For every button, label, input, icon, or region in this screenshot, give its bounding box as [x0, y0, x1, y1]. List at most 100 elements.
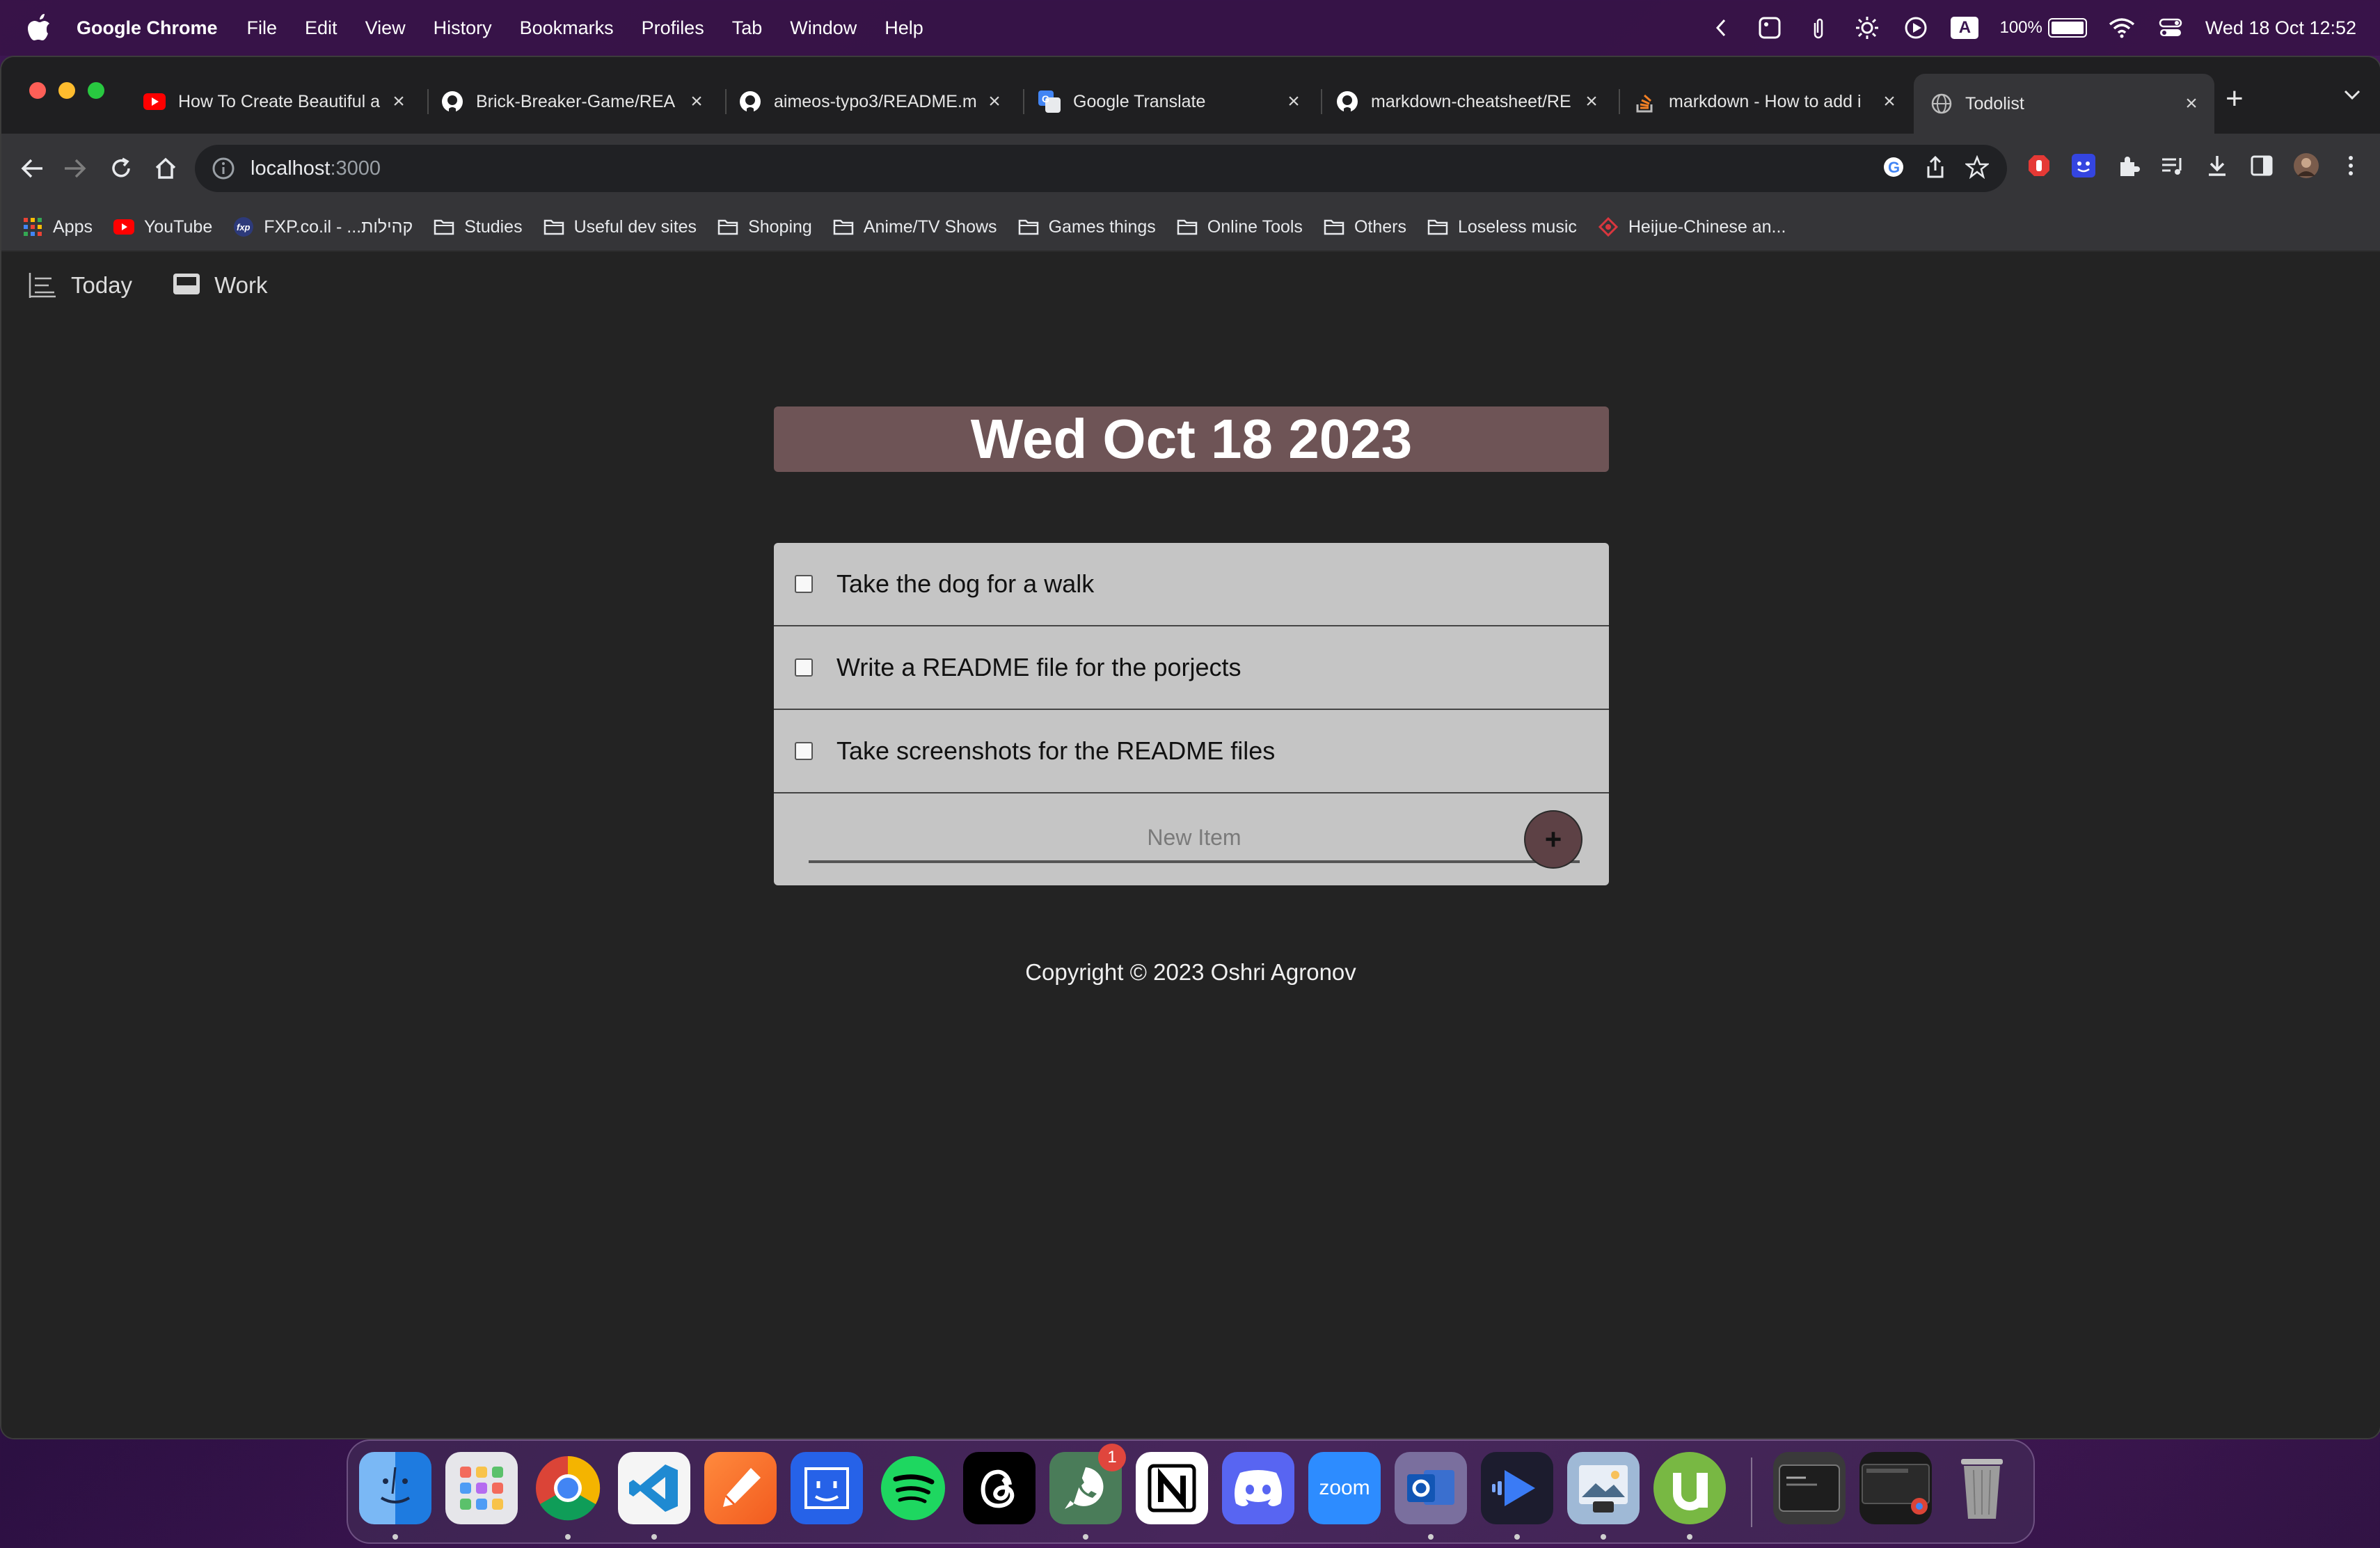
dock-trash-icon[interactable] — [1946, 1452, 2018, 1524]
todo-checkbox[interactable] — [795, 658, 813, 677]
dock-preview-icon[interactable] — [1567, 1452, 1640, 1524]
play-circle-icon[interactable] — [1902, 14, 1930, 42]
nav-today-link[interactable]: Today — [28, 271, 132, 299]
bookmark-folder-anime-tv[interactable]: Anime/TV Shows — [833, 216, 997, 237]
dock-chrome-icon[interactable] — [532, 1452, 604, 1524]
tab-google-translate[interactable]: G Google Translate × — [1038, 77, 1317, 127]
menu-tab[interactable]: Tab — [732, 17, 763, 39]
dock-utorrent-icon[interactable] — [1653, 1452, 1726, 1524]
todo-checkbox[interactable] — [795, 575, 813, 593]
svg-text:G: G — [1042, 93, 1049, 104]
tab-brick-breaker[interactable]: Brick-Breaker-Game/REA × — [441, 77, 720, 127]
dock-spotify-icon[interactable] — [877, 1452, 949, 1524]
menu-view[interactable]: View — [365, 17, 406, 39]
dock-sketch-pen-icon[interactable] — [704, 1452, 777, 1524]
bookmark-heijue[interactable]: Heijue-Chinese an... — [1598, 216, 1786, 237]
tab-aimeos-readme[interactable]: aimeos-typo3/README.m × — [739, 77, 1017, 127]
menu-profiles[interactable]: Profiles — [642, 17, 704, 39]
screenshot-icon[interactable] — [1756, 14, 1784, 42]
todo-checkbox[interactable] — [795, 742, 813, 760]
bookmark-star-icon[interactable] — [1964, 155, 1990, 182]
menu-file[interactable]: File — [247, 17, 278, 39]
tab-close-icon[interactable]: × — [1581, 90, 1602, 113]
tab-markdown-cheatsheet[interactable]: markdown-cheatsheet/RE × — [1336, 77, 1615, 127]
todo-item-text: Write a README file for the porjects — [836, 653, 1241, 681]
share-icon[interactable] — [1925, 155, 1946, 182]
dock-simulator-face-icon[interactable] — [791, 1452, 863, 1524]
paperclip-icon[interactable] — [1804, 14, 1832, 42]
home-icon[interactable] — [150, 153, 181, 184]
google-lens-icon[interactable]: G — [1882, 155, 1905, 182]
bookmark-apps[interactable]: Apps — [22, 216, 93, 237]
tab-todolist-active[interactable]: Todolist × — [1914, 74, 2214, 134]
battery-status[interactable]: 100% — [1999, 18, 2087, 38]
menu-window[interactable]: Window — [790, 17, 857, 39]
close-window-button[interactable] — [29, 82, 46, 99]
tab-close-icon[interactable]: × — [388, 90, 409, 113]
dock-finder-icon[interactable] — [359, 1452, 431, 1524]
site-info-icon[interactable] — [212, 157, 235, 180]
reading-list-icon[interactable] — [2159, 152, 2187, 180]
running-indicator — [1687, 1534, 1692, 1540]
tab-close-icon[interactable]: × — [984, 90, 1005, 113]
minimize-window-button[interactable] — [58, 82, 75, 99]
nav-work-link[interactable]: Work — [171, 271, 267, 299]
bookmark-folder-online-tools[interactable]: Online Tools — [1177, 216, 1303, 237]
profile-avatar[interactable] — [2292, 152, 2320, 180]
bookmark-folder-loseless-music[interactable]: Loseless music — [1427, 216, 1577, 237]
dock-threads-icon[interactable] — [963, 1452, 1036, 1524]
bookmark-folder-others[interactable]: Others — [1324, 216, 1406, 237]
menubar-clock[interactable]: Wed 18 Oct 12:52 — [2205, 17, 2356, 39]
dock-chrome-window-thumbnail-icon[interactable] — [1859, 1452, 1932, 1524]
puzzle-extensions-icon[interactable] — [2114, 152, 2142, 180]
new-tab-plus-icon[interactable]: + — [2226, 84, 2244, 114]
more-vertical-icon[interactable] — [2337, 152, 2365, 180]
menu-help[interactable]: Help — [884, 17, 923, 39]
tab-close-icon[interactable]: × — [2181, 92, 2202, 116]
forward-arrow-icon[interactable] — [60, 153, 90, 184]
control-center-icon[interactable] — [2157, 14, 2184, 42]
folder-icon — [1324, 216, 1344, 237]
bookmark-fxp[interactable]: fxp FXP.co.il - ...קהילות — [233, 216, 413, 237]
side-panel-icon[interactable] — [2248, 152, 2276, 180]
bookmark-folder-games-things[interactable]: Games things — [1018, 216, 1156, 237]
menu-edit[interactable]: Edit — [305, 17, 338, 39]
menubar-app-name[interactable]: Google Chrome — [77, 17, 218, 39]
dock-infuse-icon[interactable] — [1481, 1452, 1553, 1524]
dock-terminal-window-icon[interactable] — [1773, 1452, 1846, 1524]
back-arrow-icon[interactable] — [17, 153, 47, 184]
menu-bookmarks[interactable]: Bookmarks — [520, 17, 614, 39]
new-item-input[interactable] — [809, 814, 1580, 863]
dock-launchpad-icon[interactable] — [445, 1452, 518, 1524]
running-indicator — [565, 1534, 571, 1540]
input-source-indicator[interactable]: A — [1951, 17, 1979, 39]
tab-youtube[interactable]: How To Create Beautiful a × — [143, 77, 422, 127]
tab-close-icon[interactable]: × — [686, 90, 707, 113]
chevron-left-icon[interactable] — [1707, 14, 1735, 42]
reload-icon[interactable] — [106, 153, 136, 184]
tab-stackoverflow[interactable]: markdown - How to add i × — [1634, 77, 1912, 127]
tab-close-icon[interactable]: × — [1879, 90, 1900, 113]
dock-notion-icon[interactable] — [1136, 1452, 1208, 1524]
apple-logo-icon[interactable] — [26, 14, 51, 42]
brightness-icon[interactable] — [1853, 14, 1881, 42]
zoom-window-button[interactable] — [88, 82, 104, 99]
menu-history[interactable]: History — [434, 17, 492, 39]
dock-zoom-icon[interactable]: zoom — [1308, 1452, 1381, 1524]
download-icon[interactable] — [2203, 152, 2231, 180]
bookmark-folder-shoping[interactable]: Shoping — [717, 216, 812, 237]
dock-discord-icon[interactable] — [1222, 1452, 1294, 1524]
wifi-icon[interactable] — [2108, 14, 2136, 42]
bookmark-folder-useful-dev-sites[interactable]: Useful dev sites — [544, 216, 697, 237]
dock-vscode-icon[interactable] — [618, 1452, 690, 1524]
tab-search-chevron-icon[interactable] — [2342, 88, 2362, 105]
tab-close-icon[interactable]: × — [1283, 90, 1304, 113]
tab-title: Google Translate — [1073, 91, 1206, 111]
face-extension-icon[interactable] — [2070, 152, 2097, 180]
bookmark-folder-studies[interactable]: Studies — [434, 216, 523, 237]
dock-outlook-icon[interactable] — [1395, 1452, 1467, 1524]
bookmark-youtube[interactable]: YouTube — [113, 216, 212, 237]
add-item-button[interactable]: + — [1524, 810, 1582, 869]
adblock-extension-icon[interactable] — [2025, 152, 2053, 180]
address-bar[interactable]: localhost:3000 G — [195, 145, 2007, 192]
